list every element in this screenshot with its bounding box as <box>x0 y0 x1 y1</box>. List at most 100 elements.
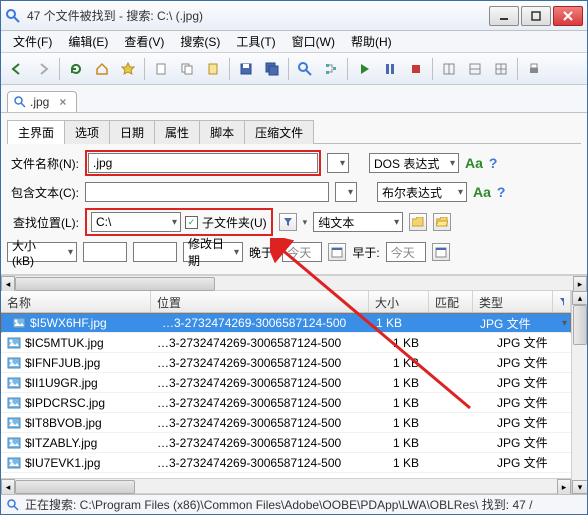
browse-folder-button[interactable] <box>409 213 427 231</box>
moddate-select[interactable]: 修改日期 <box>183 242 243 262</box>
print-button[interactable] <box>522 57 546 81</box>
subtab-date[interactable]: 日期 <box>109 120 155 144</box>
help-button-1[interactable]: ? <box>489 155 498 171</box>
grid-scroll-left-icon[interactable]: ◂ <box>1 479 15 494</box>
copy-button[interactable] <box>175 57 199 81</box>
cell-name: $II1U9GR.jpg <box>25 376 98 390</box>
grid-hscroll[interactable]: ◂ ▸ <box>1 478 571 494</box>
cell-size: 1 KB <box>387 416 447 430</box>
scroll-thumb[interactable] <box>15 277 215 291</box>
subtab-attrs[interactable]: 属性 <box>154 120 200 144</box>
date-before-input[interactable] <box>386 242 426 262</box>
col-match[interactable]: 匹配 <box>429 291 473 312</box>
size-max-input[interactable] <box>133 242 177 262</box>
cell-size: 1 KB <box>387 456 447 470</box>
table-row[interactable]: $ITZABLY.jpg…3-2732474269-3006587124-500… <box>1 433 571 453</box>
pause-button[interactable] <box>378 57 402 81</box>
grid-button[interactable] <box>489 57 513 81</box>
new-button[interactable] <box>149 57 173 81</box>
grid-scroll-right-icon[interactable]: ▸ <box>557 479 571 494</box>
case-toggle-2[interactable]: Aa <box>473 184 491 200</box>
favorite-button[interactable] <box>116 57 140 81</box>
expr-dos-label: DOS 表达式 <box>374 155 439 172</box>
minimize-button[interactable] <box>489 6 519 26</box>
paste-button[interactable] <box>201 57 225 81</box>
nav-forward-button[interactable] <box>31 57 55 81</box>
menu-view[interactable]: 查看(V) <box>118 31 170 52</box>
maximize-button[interactable] <box>521 6 551 26</box>
table-row[interactable]: $IC5MTUK.jpg…3-2732474269-3006587124-500… <box>1 333 571 353</box>
col-type[interactable]: 类型 <box>473 291 553 312</box>
filter-button[interactable] <box>279 213 297 231</box>
table-row[interactable]: $IU7EVK1.jpg…3-2732474269-3006587124-500… <box>1 453 571 473</box>
scroll-left-icon[interactable]: ◂ <box>1 276 15 292</box>
scroll-down-icon[interactable]: ▾ <box>572 480 587 494</box>
menu-help[interactable]: 帮助(H) <box>345 31 398 52</box>
date-after-picker[interactable] <box>328 243 346 261</box>
size-select[interactable]: 大小 (kB) <box>7 242 77 262</box>
expression-dos-select[interactable]: DOS 表达式 <box>369 153 459 173</box>
close-button[interactable] <box>553 6 583 26</box>
grid-vscroll[interactable]: ▴ ▾ <box>571 291 587 494</box>
subtab-options[interactable]: 选项 <box>64 120 110 144</box>
home-button[interactable] <box>90 57 114 81</box>
col-name[interactable]: 名称 <box>1 291 151 312</box>
expression-plain-select[interactable]: 纯文本 <box>313 212 403 232</box>
cell-type: JPG 文件 <box>491 454 571 471</box>
scroll-right-icon[interactable]: ▸ <box>573 276 587 292</box>
date-after-input[interactable] <box>282 242 322 262</box>
subtab-archive[interactable]: 压缩文件 <box>244 120 314 144</box>
date-before-picker[interactable] <box>432 243 450 261</box>
col-location[interactable]: 位置 <box>151 291 369 312</box>
play-button[interactable] <box>352 57 376 81</box>
open-folder-button[interactable] <box>433 213 451 231</box>
location-select[interactable]: C:\ <box>91 212 181 232</box>
scroll-up-icon[interactable]: ▴ <box>572 291 587 305</box>
menu-search[interactable]: 搜索(S) <box>174 31 226 52</box>
filename-input[interactable] <box>88 153 318 173</box>
contains-input[interactable] <box>85 182 329 202</box>
tab-close-icon[interactable]: × <box>59 95 66 109</box>
filename-dropdown[interactable] <box>327 153 349 173</box>
nav-back-button[interactable] <box>5 57 29 81</box>
cell-type: JPG 文件 <box>491 394 571 411</box>
cell-location: …3-2732474269-3006587124-500 <box>156 316 370 330</box>
cell-name: $IPDCRSC.jpg <box>25 396 105 410</box>
save-button[interactable] <box>234 57 258 81</box>
expression-bool-select[interactable]: 布尔表达式 <box>377 182 467 202</box>
tree-button[interactable] <box>319 57 343 81</box>
file-icon <box>7 417 21 429</box>
menu-file[interactable]: 文件(F) <box>7 31 58 52</box>
table-row[interactable]: $I5WX6HF.jpg…3-2732474269-3006587124-500… <box>1 313 571 333</box>
rows-button[interactable] <box>463 57 487 81</box>
subtab-main[interactable]: 主界面 <box>7 120 65 144</box>
vscroll-thumb[interactable] <box>573 305 587 345</box>
search-tab[interactable]: .jpg × <box>7 91 77 112</box>
contains-dropdown[interactable] <box>335 182 357 202</box>
menu-tools[interactable]: 工具(T) <box>230 31 281 52</box>
col-size[interactable]: 大小 <box>369 291 429 312</box>
menu-window[interactable]: 窗口(W) <box>286 31 341 52</box>
table-row[interactable]: $IPDCRSC.jpg…3-2732474269-3006587124-500… <box>1 393 571 413</box>
menu-edit[interactable]: 编辑(E) <box>62 31 114 52</box>
tab-label: .jpg <box>30 95 49 109</box>
help-button-2[interactable]: ? <box>497 184 506 200</box>
case-toggle-1[interactable]: Aa <box>465 155 483 171</box>
table-row[interactable]: $II1U9GR.jpg…3-2732474269-3006587124-500… <box>1 373 571 393</box>
search-button[interactable] <box>293 57 317 81</box>
panel-hscroll[interactable]: ◂ ▸ <box>1 275 587 291</box>
cell-location: …3-2732474269-3006587124-500 <box>151 416 387 430</box>
refresh-button[interactable] <box>64 57 88 81</box>
cell-location: …3-2732474269-3006587124-500 <box>151 436 387 450</box>
grid-scroll-thumb[interactable] <box>15 480 135 494</box>
subtab-script[interactable]: 脚本 <box>199 120 245 144</box>
subfolders-checkbox[interactable]: ✓ <box>185 216 198 229</box>
size-min-input[interactable] <box>83 242 127 262</box>
table-row[interactable]: $IFNFJUB.jpg…3-2732474269-3006587124-500… <box>1 353 571 373</box>
table-row[interactable]: $IT8BVOB.jpg…3-2732474269-3006587124-500… <box>1 413 571 433</box>
filter-dropdown-icon[interactable]: ▾ <box>303 217 308 228</box>
save-all-button[interactable] <box>260 57 284 81</box>
stop-button[interactable] <box>404 57 428 81</box>
col-filter-icon[interactable] <box>553 291 571 312</box>
columns-button[interactable] <box>437 57 461 81</box>
